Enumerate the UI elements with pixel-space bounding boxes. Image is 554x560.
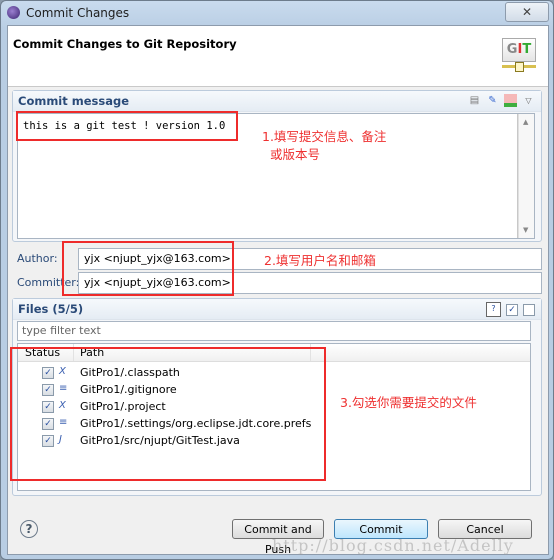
table-row[interactable]: ✓ X GitPro1/.classpath [18, 364, 318, 381]
show-untracked-icon[interactable]: ? [486, 302, 501, 317]
file-checkbox[interactable]: ✓ [42, 418, 54, 430]
dialog-body: Commit Changes to Git Repository GIT Com… [7, 25, 549, 556]
file-checkbox[interactable]: ✓ [42, 435, 54, 447]
file-path: GitPro1/src/njupt/GitTest.java [80, 434, 240, 447]
committer-field[interactable]: yjx <njupt_yjx@163.com> [78, 272, 542, 294]
filter-field[interactable] [17, 321, 531, 341]
filter-input[interactable] [18, 322, 526, 338]
java-file-icon: J [59, 434, 62, 445]
file-path: GitPro1/.project [80, 400, 166, 413]
xml-file-icon: X [59, 366, 66, 377]
table-row[interactable]: ✓ J GitPro1/src/njupt/GitTest.java [18, 432, 318, 449]
deselect-all-icon[interactable] [523, 303, 535, 316]
table-row[interactable]: ✓ ≡ GitPro1/.settings/org.eclipse.jdt.core… [18, 415, 318, 432]
dialog-header: Commit Changes to Git Repository GIT [8, 26, 548, 87]
commit-message-text: this is a git test ! version 1.0 [23, 120, 226, 132]
author-label: Author: [17, 252, 58, 265]
git-logo-g: G [506, 42, 518, 57]
commit-message-title: Commit message [18, 94, 130, 108]
xml-file-icon: X [59, 400, 66, 411]
help-icon[interactable]: ? [20, 520, 38, 538]
git-logo-icon: GIT [502, 38, 536, 72]
table-row[interactable]: ✓ X GitPro1/.project [18, 398, 318, 415]
close-button[interactable]: ✕ [505, 2, 549, 22]
annotation-step1: 1.填写提交信息、备注 [262, 129, 387, 144]
cancel-button[interactable]: Cancel [438, 519, 532, 539]
sign-off-icon[interactable]: ✎ [486, 94, 499, 107]
text-file-icon: ≡ [59, 383, 68, 394]
message-scrollbar[interactable]: ▲ ▼ [518, 114, 534, 238]
table-row[interactable]: ✓ ≡ GitPro1/.gitignore [18, 381, 318, 398]
page-title: Commit Changes to Git Repository [13, 37, 237, 51]
title-bar[interactable]: Commit Changes ✕ [1, 1, 553, 25]
git-logo-t: T [522, 42, 532, 57]
select-all-icon[interactable]: ✓ [506, 303, 518, 316]
text-file-icon: ≡ [59, 417, 68, 428]
previous-messages-icon[interactable]: ▤ [468, 94, 481, 107]
column-status[interactable]: Status [25, 346, 60, 359]
commit-and-push-button[interactable]: Commit and Push [232, 519, 324, 556]
committer-label: Committer: [17, 276, 80, 289]
annotation-step1-cont: 或版本号 [270, 147, 321, 162]
commit-button[interactable]: Commit [334, 519, 428, 539]
committer-value: yjx <njupt_yjx@163.com> [84, 276, 231, 289]
file-checkbox[interactable]: ✓ [42, 384, 54, 396]
file-checkbox[interactable]: ✓ [42, 401, 54, 413]
file-path: GitPro1/.settings/org.eclipse.jdt.core.p… [80, 417, 312, 430]
column-path[interactable]: Path [80, 346, 104, 359]
scroll-up-icon[interactable]: ▲ [523, 118, 528, 126]
view-menu-icon[interactable]: ▽ [522, 94, 535, 107]
commit-message-section: Commit message ▤ ✎ ▽ this is a git test … [12, 90, 542, 242]
button-bar: ? Commit and Push Commit Cancel [8, 506, 548, 556]
file-path: GitPro1/.gitignore [80, 383, 177, 396]
file-path: GitPro1/.classpath [80, 366, 180, 379]
files-title: Files (5/5) [18, 302, 84, 316]
table-header: Status Path [18, 344, 530, 362]
annotation-step3: 3.勾选你需要提交的文件 [340, 395, 477, 410]
change-id-icon[interactable] [504, 94, 517, 107]
annotation-step2: 2.填写用户名和邮箱 [264, 253, 376, 268]
window-title: Commit Changes [26, 6, 130, 20]
author-value: yjx <njupt_yjx@163.com> [84, 252, 231, 265]
files-table: Status Path ✓ X GitPro1/.classpath ✓ ≡ GitPro… [17, 343, 531, 491]
commit-changes-dialog: Commit Changes ✕ Commit Changes to Git R… [0, 0, 554, 560]
scroll-down-icon[interactable]: ▼ [523, 226, 528, 234]
eclipse-icon [7, 6, 20, 19]
file-checkbox[interactable]: ✓ [42, 367, 54, 379]
